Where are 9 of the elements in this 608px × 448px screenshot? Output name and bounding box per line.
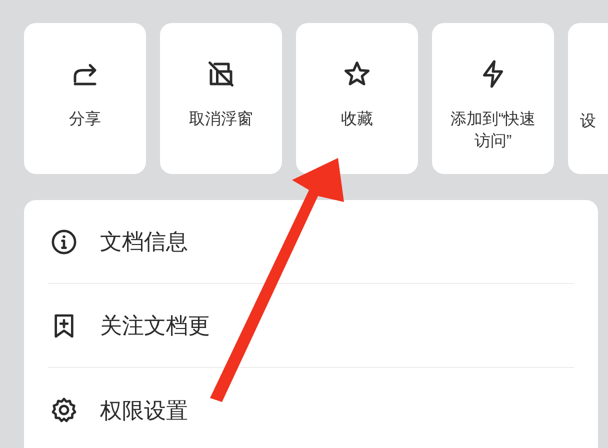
action-tile[interactable]: 收藏 [296,23,418,174]
action-tile[interactable]: 添加到“快速访问” [432,23,554,174]
action-tile[interactable]: 设 [568,23,608,174]
settings-icon [50,396,78,424]
action-tile[interactable]: 分享 [24,23,146,174]
action-tile[interactable]: 取消浮窗 [160,23,282,174]
info-icon [50,228,78,256]
menu-item[interactable]: 权限设置 [48,368,574,448]
crossed-windows-icon [206,59,236,89]
